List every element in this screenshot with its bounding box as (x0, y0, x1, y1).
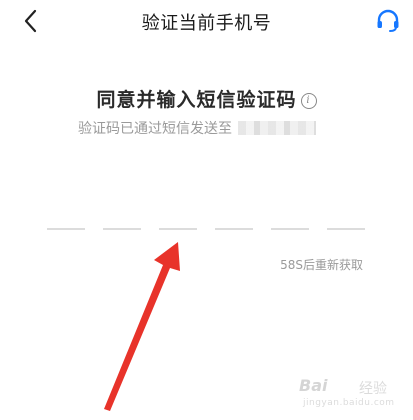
verify-phone-screen: 验证当前手机号 同意并输入短信验证码 i 验证码已通过短信发送至 58S后重新获取… (0, 0, 413, 420)
verification-code-input[interactable] (47, 228, 365, 232)
sms-sent-notice: 验证码已通过短信发送至 (78, 118, 316, 138)
code-digit-slot-6[interactable] (327, 228, 365, 230)
sms-sent-text: 验证码已通过短信发送至 (78, 121, 232, 137)
code-digit-slot-4[interactable] (215, 228, 253, 230)
customer-service-button[interactable] (375, 8, 401, 34)
code-digit-slot-5[interactable] (271, 228, 309, 230)
resend-countdown-button[interactable]: 58S后重新获取 (280, 256, 363, 273)
headset-icon (377, 9, 399, 32)
watermark-brand: Bai (299, 376, 328, 395)
verification-heading: 同意并输入短信验证码 (96, 89, 297, 111)
info-icon[interactable]: i (300, 93, 317, 109)
baidu-jingyan-watermark: Bai 经验 jingyan.baidu.com (299, 376, 399, 412)
masked-phone-number (238, 121, 316, 135)
watermark-url: jingyan.baidu.com (303, 398, 395, 408)
watermark-sub: 经验 (359, 381, 387, 397)
top-navigation-bar: 验证当前手机号 (0, 0, 413, 44)
page-title: 验证当前手机号 (141, 13, 272, 34)
code-digit-slot-1[interactable] (47, 228, 85, 230)
annotation-arrow (104, 242, 180, 411)
verification-heading-row: 同意并输入短信验证码 i (0, 85, 413, 112)
code-digit-slot-2[interactable] (103, 228, 141, 230)
code-digit-slot-3[interactable] (159, 228, 197, 230)
